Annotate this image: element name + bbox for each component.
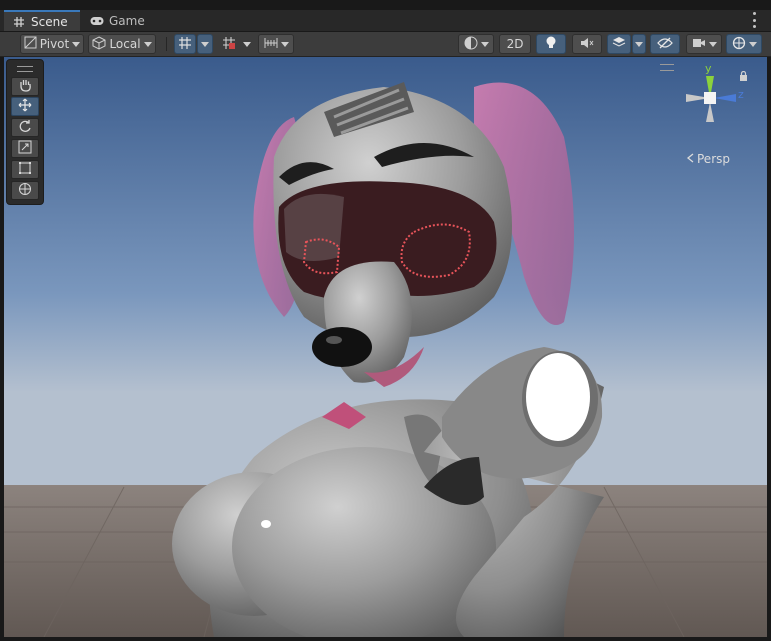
speaker-mute-icon	[580, 37, 594, 52]
more-options-icon[interactable]	[753, 12, 757, 28]
gizmo-menu-icon[interactable]	[660, 64, 674, 71]
move-arrows-icon	[18, 98, 32, 115]
transform-icon	[18, 182, 32, 199]
axis-y-label: y	[705, 62, 712, 75]
increment-snap-dropdown[interactable]	[240, 34, 254, 54]
transform-tool[interactable]	[11, 181, 39, 200]
layers-icon	[612, 36, 626, 52]
grid-snap-icon	[178, 36, 192, 53]
gizmo-globe-icon	[732, 36, 746, 53]
tab-game-label: Game	[109, 13, 145, 28]
increment-snap-icon	[222, 36, 236, 53]
move-tool[interactable]	[11, 97, 39, 116]
scale-tool[interactable]	[11, 139, 39, 158]
grid-snap-dropdown[interactable]	[197, 34, 213, 54]
local-dropdown[interactable]: Local	[88, 34, 156, 54]
rotate-tool[interactable]	[11, 118, 39, 137]
visibility-toggle[interactable]	[650, 34, 680, 54]
audio-toggle[interactable]	[572, 34, 602, 54]
chevron-left-icon	[686, 152, 694, 166]
projection-toggle[interactable]: Persp	[686, 152, 730, 166]
grid-hash-icon	[12, 15, 26, 29]
rotate-icon	[18, 119, 32, 136]
cube-icon	[92, 35, 106, 53]
scene-toolbar: Pivot Local 2D	[0, 32, 771, 57]
chevron-down-icon	[243, 41, 251, 47]
chevron-down-icon	[708, 41, 717, 47]
panel-grip-icon[interactable]	[17, 66, 33, 72]
tab-scene-label: Scene	[31, 14, 68, 29]
mode-2d-button[interactable]: 2D	[499, 34, 531, 54]
lightbulb-icon	[545, 36, 557, 53]
gizmos-dropdown[interactable]	[726, 34, 762, 54]
tab-game[interactable]: Game	[82, 10, 152, 31]
camera-dropdown[interactable]	[686, 34, 722, 54]
shaded-sphere-icon	[464, 36, 478, 53]
lighting-toggle[interactable]	[536, 34, 566, 54]
effects-dropdown[interactable]	[632, 34, 646, 54]
hand-tool[interactable]	[11, 77, 39, 96]
axis-z-label: z	[738, 88, 744, 101]
effects-toggle[interactable]	[607, 34, 631, 54]
scene-tools-panel	[6, 59, 44, 205]
pivot-icon	[24, 36, 37, 52]
chevron-down-icon	[201, 41, 209, 47]
rect-transform-icon	[18, 161, 32, 178]
scene-viewport[interactable]	[4, 57, 767, 637]
tab-scene[interactable]: Scene	[4, 10, 80, 31]
increment-snap-button[interactable]	[218, 34, 240, 54]
local-label: Local	[109, 37, 141, 51]
chevron-down-icon	[635, 41, 643, 47]
view-tab-bar: Scene Game	[0, 10, 771, 32]
camera-icon	[692, 37, 706, 51]
projection-label: Persp	[697, 152, 730, 166]
scene-render	[4, 57, 767, 637]
mode-2d-label: 2D	[506, 37, 524, 51]
chevron-down-icon	[480, 41, 489, 47]
editor-top-strip	[0, 0, 771, 10]
pivot-label: Pivot	[39, 37, 70, 51]
chevron-down-icon	[280, 41, 289, 47]
ruler-dropdown[interactable]	[258, 34, 294, 54]
ruler-icon	[264, 37, 278, 52]
hand-icon	[18, 78, 32, 95]
chevron-down-icon	[748, 41, 757, 47]
chevron-down-icon	[72, 41, 81, 47]
chevron-down-icon	[143, 41, 152, 47]
eye-hidden-icon	[657, 37, 673, 52]
gamepad-icon	[90, 14, 104, 28]
scale-icon	[18, 140, 32, 157]
grid-snap-button[interactable]	[174, 34, 196, 54]
rect-tool[interactable]	[11, 160, 39, 179]
draw-mode-dropdown[interactable]	[458, 34, 494, 54]
orientation-gizmo[interactable]: y z	[676, 62, 752, 138]
toolbar-divider	[166, 37, 167, 51]
pivot-dropdown[interactable]: Pivot	[20, 34, 84, 54]
